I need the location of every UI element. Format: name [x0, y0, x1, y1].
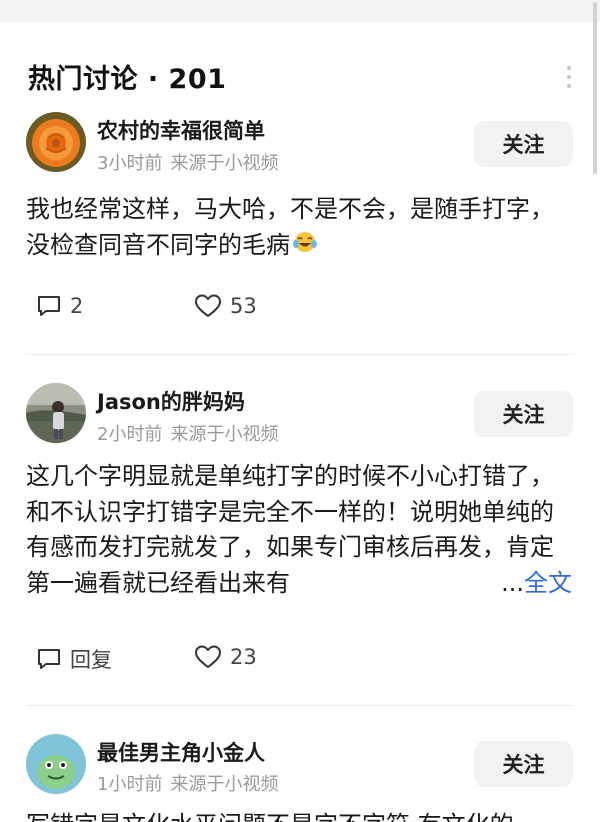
- heart-icon: [195, 294, 221, 317]
- comment-meta: 2小时前 来源于小视频: [97, 420, 278, 446]
- heart-icon: [195, 645, 221, 668]
- like-action[interactable]: 23: [194, 644, 257, 670]
- expand-full-text[interactable]: ...全文: [495, 565, 572, 601]
- cartoon-face-avatar-icon: [26, 734, 86, 794]
- username[interactable]: 最佳男主角小金人: [97, 737, 265, 767]
- reply-count: 2: [70, 294, 84, 318]
- reply-action[interactable]: 2: [36, 293, 83, 319]
- comment-text: 这几个字明显就是单纯打字的时候不小心打错了，和不认识字打错字是完全不一样的！说明…: [26, 459, 576, 601]
- avatar[interactable]: [26, 112, 86, 172]
- username[interactable]: Jason的胖妈妈: [97, 386, 245, 416]
- comment-text-content: 写错字是文化水平问题不是字不字符 有文化的: [26, 811, 514, 822]
- divider: [26, 354, 574, 355]
- avatar[interactable]: [26, 734, 86, 794]
- reply-action[interactable]: 回复: [36, 644, 112, 674]
- username[interactable]: 农村的幸福很简单: [97, 115, 265, 145]
- top-strip: [0, 0, 600, 22]
- comment-source: 来源于小视频: [170, 424, 279, 445]
- section-title: 热门讨论 · 201: [28, 63, 227, 95]
- comment-meta: 3小时前 来源于小视频: [97, 149, 278, 175]
- comment-source: 来源于小视频: [170, 774, 279, 795]
- scrollbar-thumb[interactable]: [593, 2, 597, 174]
- comment-time: 2小时前: [97, 424, 163, 445]
- comment-text-content: 我也经常这样，马大哈，不是不会，是随手打字，没检查同音不同字的毛病: [26, 195, 554, 259]
- ellipsis: ...: [501, 568, 524, 597]
- comment-text: 写错字是文化水平问题不是字不字符 有文化的: [26, 808, 576, 822]
- comment-text: 我也经常这样，马大哈，不是不会，是随手打字，没检查同音不同字的毛病: [26, 192, 576, 263]
- divider: [26, 705, 574, 706]
- like-count: 53: [230, 294, 257, 318]
- reply-label: 回复: [70, 648, 112, 672]
- comment-time: 1小时前: [97, 774, 163, 795]
- laughing-crying-emoji-icon: [292, 228, 318, 264]
- full-text-link[interactable]: 全文: [524, 569, 572, 597]
- comment-text-content: 这几个字明显就是单纯打字的时候不小心打错了，和不认识字打错字是完全不一样的！说明…: [26, 462, 554, 597]
- more-vertical-icon[interactable]: [566, 66, 572, 88]
- comment-bubble-icon: [38, 649, 60, 669]
- comment-time: 3小时前: [97, 153, 163, 174]
- follow-button[interactable]: 关注: [474, 391, 573, 437]
- section-header: 热门讨论 · 201: [28, 58, 227, 95]
- comment-meta: 1小时前 来源于小视频: [97, 770, 278, 796]
- comment-bubble-icon: [38, 296, 60, 316]
- follow-button[interactable]: 关注: [474, 741, 573, 787]
- orange-rose-avatar-icon: [26, 112, 86, 172]
- avatar[interactable]: [26, 383, 86, 443]
- like-count: 23: [230, 645, 257, 669]
- follow-button[interactable]: 关注: [474, 121, 573, 167]
- like-action[interactable]: 53: [194, 293, 257, 319]
- person-photo-avatar-icon: [26, 383, 86, 443]
- comment-source: 来源于小视频: [170, 153, 279, 174]
